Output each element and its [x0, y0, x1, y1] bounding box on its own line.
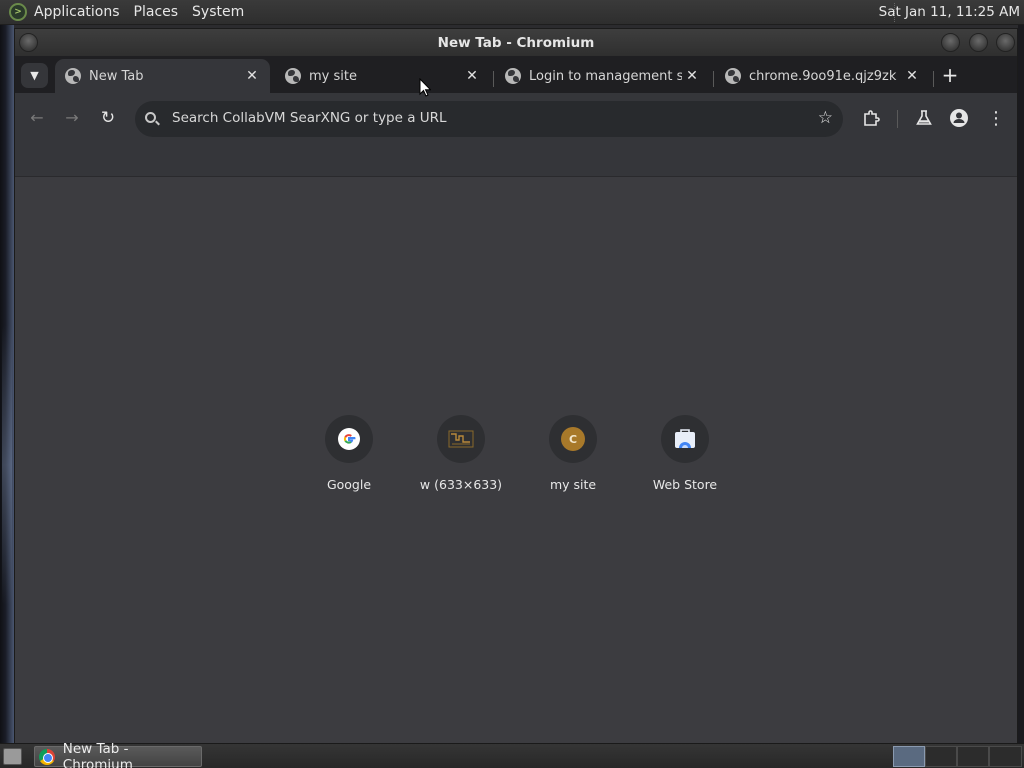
desktop-background-right [1018, 25, 1024, 743]
flask-icon [916, 110, 932, 125]
applications-menu[interactable]: Applications [34, 4, 120, 20]
shortcut-title: w (633×633) [419, 477, 503, 492]
tab-label: chrome.9oo91e.qjz9zk [749, 68, 897, 84]
browser-toolbar: ← → ↻ Search CollabVM SearXNG or type a … [15, 93, 1017, 145]
chromium-icon [39, 748, 55, 765]
menu-button[interactable]: ⋮ [985, 107, 1007, 129]
close-window-button[interactable] [996, 33, 1015, 52]
globe-icon [285, 68, 301, 84]
c-letter-icon: C [561, 427, 585, 451]
window-title: New Tab - Chromium [437, 34, 595, 51]
globe-icon [505, 68, 521, 84]
browser-window: New Tab - Chromium ▼ New Tab ✕ my site ✕… [14, 28, 1018, 744]
avatar-icon [950, 109, 968, 127]
system-menu[interactable]: System [192, 4, 244, 20]
window-menu-button[interactable] [19, 33, 38, 52]
show-desktop-button[interactable] [3, 748, 22, 765]
new-tab-page: Google w (633×633) C my site Web Store [15, 177, 1017, 744]
tab-login-management[interactable]: Login to management sys ✕ [495, 59, 710, 93]
omnibox[interactable]: Search CollabVM SearXNG or type a URL ☆ [135, 101, 843, 137]
tab-new-tab[interactable]: New Tab ✕ [55, 59, 270, 93]
globe-icon [725, 68, 741, 84]
places-menu[interactable]: Places [134, 4, 179, 20]
shortcut-tile [437, 415, 485, 463]
distro-logo-icon[interactable]: > [9, 3, 27, 21]
taskbar-item-chromium[interactable]: New Tab - Chromium [34, 741, 202, 768]
tab-label: Login to management sys [529, 68, 682, 84]
bookmark-star-icon[interactable]: ☆ [818, 108, 833, 128]
pointer-cursor-icon [419, 77, 432, 97]
shortcut-web-store[interactable]: Web Store [629, 415, 741, 505]
desktop-background [0, 25, 14, 743]
tab-divider [493, 71, 494, 87]
bookmark-bar [15, 145, 1017, 177]
toolbar-separator [897, 110, 898, 128]
shortcut-tile [325, 415, 373, 463]
forward-button[interactable]: → [62, 108, 82, 128]
tab-label: New Tab [89, 68, 144, 84]
taskbar-item-label: New Tab - Chromium [62, 740, 133, 768]
tab-search-button[interactable]: ▼ [21, 63, 48, 88]
w-site-icon [448, 430, 474, 448]
tab-divider [713, 71, 714, 87]
google-icon [338, 428, 360, 450]
shortcut-title: my site [549, 477, 597, 492]
back-button[interactable]: ← [27, 108, 47, 128]
shortcut-google[interactable]: Google [293, 415, 405, 505]
tab-close-icon[interactable]: ✕ [242, 68, 262, 84]
tab-divider [933, 71, 934, 87]
omnibox-placeholder: Search CollabVM SearXNG or type a URL [172, 110, 447, 126]
extensions-button[interactable] [860, 107, 882, 129]
labs-button[interactable] [913, 107, 935, 129]
tab-strip: ▼ New Tab ✕ my site ✕ Login to managemen… [15, 56, 1017, 93]
maximize-button[interactable] [969, 33, 988, 52]
shortcut-title: Web Store [652, 477, 718, 492]
chevron-down-icon: ▼ [30, 69, 39, 82]
workspace-3[interactable] [957, 746, 989, 767]
tab-close-icon[interactable]: ✕ [462, 68, 482, 84]
puzzle-icon [863, 109, 880, 126]
shortcut-my-site[interactable]: C my site [517, 415, 629, 505]
web-store-icon [675, 429, 695, 448]
shortcut-w[interactable]: w (633×633) [405, 415, 517, 505]
search-icon [145, 112, 156, 123]
tab-close-icon[interactable]: ✕ [902, 68, 922, 84]
shortcut-tile: C [549, 415, 597, 463]
tab-label: my site [309, 68, 357, 84]
arrow-right-icon: → [65, 108, 79, 127]
plus-icon: + [941, 63, 959, 87]
reload-button[interactable]: ↻ [98, 108, 118, 128]
workspace-4[interactable] [989, 746, 1022, 767]
desktop-top-panel: > Applications Places System Sat Jan 11,… [0, 0, 1024, 25]
workspace-1[interactable] [893, 746, 925, 767]
window-titlebar[interactable]: New Tab - Chromium [15, 29, 1017, 56]
tab-chrome-site[interactable]: chrome.9oo91e.qjz9zk ✕ [715, 59, 930, 93]
panel-clock[interactable]: Sat Jan 11, 11:25 AM [879, 4, 1020, 20]
shortcut-title: Google [326, 477, 372, 492]
kebab-menu-icon: ⋮ [987, 107, 1005, 129]
desktop-taskbar: New Tab - Chromium [0, 741, 1024, 768]
minimize-button[interactable] [941, 33, 960, 52]
profile-button[interactable] [948, 107, 970, 129]
arrow-left-icon: ← [30, 108, 44, 127]
new-tab-button[interactable]: + [940, 63, 960, 87]
tab-my-site[interactable]: my site ✕ [275, 59, 490, 93]
tab-close-icon[interactable]: ✕ [682, 68, 702, 84]
shortcut-tile [661, 415, 709, 463]
reload-icon: ↻ [100, 108, 116, 128]
globe-icon [65, 68, 81, 84]
workspace-2[interactable] [925, 746, 957, 767]
